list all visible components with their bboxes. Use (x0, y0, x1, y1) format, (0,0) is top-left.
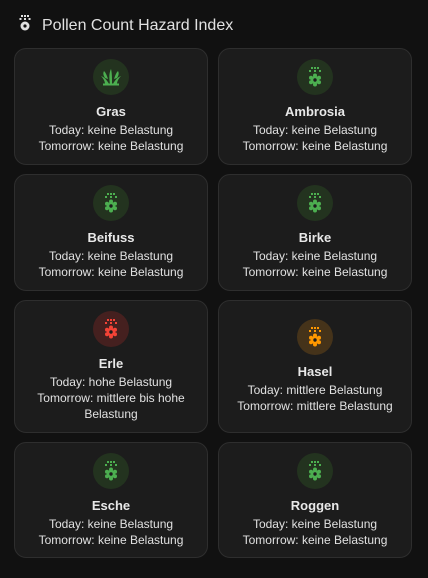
tomorrow-level: Tomorrow: keine Belastung (242, 139, 388, 153)
pollen-card-gras[interactable]: Gras Today: keine Belastung Tomorrow: ke… (14, 48, 208, 165)
flower-pollen-icon (297, 319, 333, 355)
tomorrow-level: Tomorrow: mittlere Belastung (237, 399, 393, 413)
today-level: Today: keine Belastung (252, 249, 378, 263)
flower-pollen-icon (297, 185, 333, 221)
pollen-card-esche[interactable]: Esche Today: keine Belastung Tomorrow: k… (14, 442, 208, 558)
flower-pollen-icon (93, 311, 129, 347)
today-level: Today: keine Belastung (48, 249, 174, 263)
tomorrow-level: Tomorrow: keine Belastung (242, 532, 388, 547)
card-title: Pollen Count Hazard Index (42, 16, 234, 34)
flower-pollen-icon (297, 59, 333, 95)
pollen-name: Esche (91, 497, 131, 513)
today-level: Today: keine Belastung (48, 123, 174, 137)
today-level: Today: keine Belastung (48, 516, 174, 531)
flower-pollen-icon (93, 185, 129, 221)
today-level: Today: keine Belastung (252, 516, 378, 531)
pollen-name: Beifuss (87, 230, 135, 245)
tomorrow-level: Tomorrow: mittlere bis hohe Belastung (37, 391, 185, 421)
pollen-grid: Gras Today: keine Belastung Tomorrow: ke… (14, 48, 412, 558)
today-level: Today: keine Belastung (252, 123, 378, 137)
pollen-card-ambrosia[interactable]: Ambrosia Today: keine Belastung Tomorrow… (218, 48, 412, 165)
pollen-name: Gras (96, 104, 126, 119)
pollen-card-erle[interactable]: Erle Today: hohe Belastung Tomorrow: mit… (14, 300, 208, 433)
tomorrow-level: Tomorrow: keine Belastung (242, 265, 388, 279)
tomorrow-level: Tomorrow: keine Belastung (38, 139, 184, 153)
flower-pollen-icon (18, 15, 32, 36)
today-level: Today: mittlere Belastung (247, 383, 383, 397)
pollen-name: Roggen (290, 497, 340, 513)
grass-icon (93, 59, 129, 95)
flower-pollen-icon (297, 452, 333, 489)
card-header: Pollen Count Hazard Index (18, 15, 233, 36)
flower-pollen-icon (93, 452, 129, 489)
pollen-name: Erle (98, 356, 124, 371)
tomorrow-level: Tomorrow: keine Belastung (38, 265, 184, 279)
pollen-card-hasel[interactable]: Hasel Today: mittlere Belastung Tomorrow… (218, 300, 412, 433)
pollen-name: Ambrosia (285, 104, 345, 119)
pollen-name: Birke (298, 230, 332, 245)
pollen-card-beifuss[interactable]: Beifuss Today: keine Belastung Tomorrow:… (14, 174, 208, 291)
today-level: Today: hohe Belastung (49, 375, 173, 389)
pollen-card-roggen[interactable]: Roggen Today: keine Belastung Tomorrow: … (218, 442, 412, 558)
pollen-name: Hasel (297, 364, 333, 379)
pollen-card-birke[interactable]: Birke Today: keine Belastung Tomorrow: k… (218, 174, 412, 291)
tomorrow-level: Tomorrow: keine Belastung (38, 532, 184, 547)
